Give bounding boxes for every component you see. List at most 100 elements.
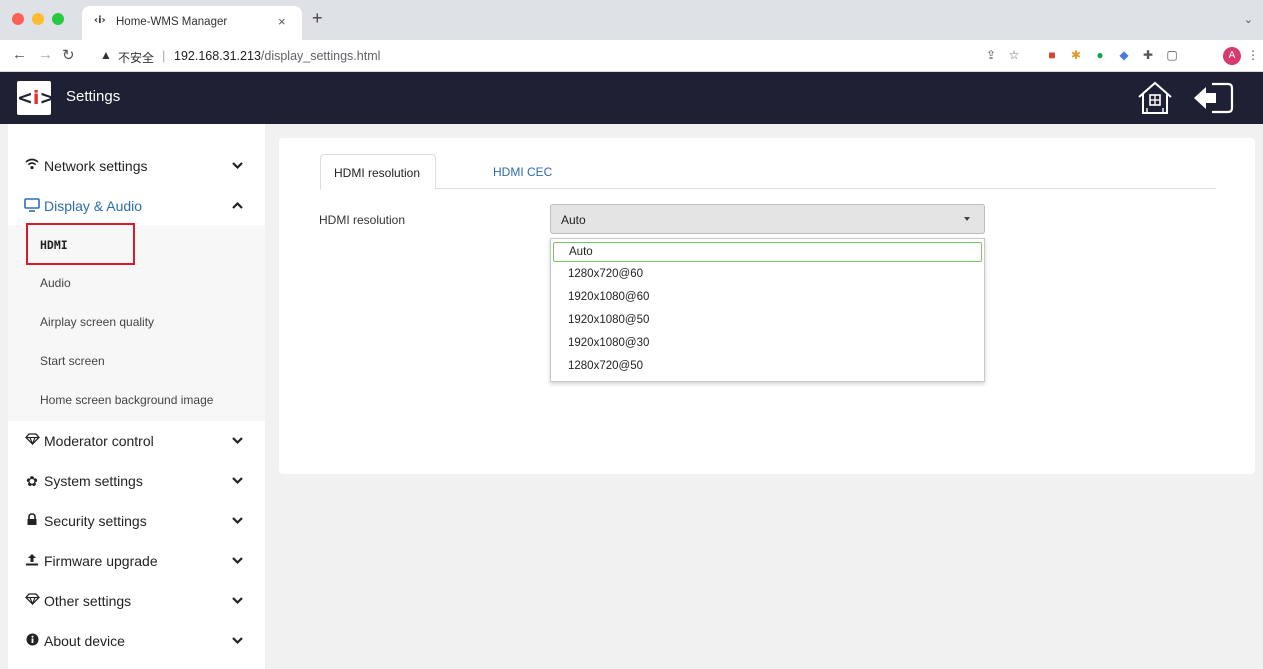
sidebar-item-other-settings[interactable]: Other settings <box>8 581 265 621</box>
chevron-down-icon <box>232 597 243 605</box>
sidebar-item-label: System settings <box>44 473 143 489</box>
tab-favicon-icon: ‹i› <box>94 15 106 26</box>
lock-icon <box>24 513 40 529</box>
sidebar-item-system-settings[interactable]: ✿ System settings <box>8 461 265 501</box>
option-1920x1080-50[interactable]: 1920x1080@50 <box>551 309 984 331</box>
chevron-down-icon <box>232 517 243 525</box>
hdmi-resolution-select[interactable]: Auto <box>550 204 985 234</box>
submenu-item-airplay-screen-quality[interactable]: Airplay screen quality <box>8 303 265 342</box>
highlight-annotation-box <box>26 223 135 265</box>
logo-right-bracket: > <box>39 87 56 109</box>
sidebar-item-label: Security settings <box>44 513 147 529</box>
submenu-item-label: Start screen <box>40 354 105 368</box>
caret-down-icon <box>964 217 970 221</box>
chevron-down-icon <box>232 637 243 645</box>
sidebar-item-label: Display & Audio <box>44 198 143 214</box>
sidebar-item-security-settings[interactable]: Security settings <box>8 501 265 541</box>
bookmark-star-icon[interactable]: ☆ <box>1007 48 1021 62</box>
wifi-icon <box>24 158 40 174</box>
app-header: <i> Settings <box>0 72 1263 124</box>
home-button[interactable] <box>1136 80 1174 116</box>
logout-button[interactable] <box>1192 80 1234 116</box>
sidebar-item-label: Firmware upgrade <box>44 553 158 569</box>
extension-bug-icon[interactable]: ✱ <box>1069 48 1083 62</box>
chevron-up-icon <box>232 201 243 209</box>
extension-lock-icon[interactable]: ■ <box>1045 48 1059 62</box>
side-panel-icon[interactable]: ▢ <box>1165 48 1179 62</box>
diamond-icon <box>24 433 40 449</box>
extension-translate-icon[interactable]: ◆ <box>1117 48 1131 62</box>
tab-hdmi-cec[interactable]: HDMI CEC <box>480 154 565 190</box>
share-icon[interactable]: ⇪ <box>984 48 998 62</box>
forward-arrow-icon[interactable]: → <box>38 46 53 63</box>
url-path: /display_settings.html <box>260 49 381 63</box>
warning-triangle-icon[interactable]: ▲ <box>100 48 112 62</box>
insecure-label: 不安全 <box>118 51 155 65</box>
reload-icon[interactable]: ↻ <box>62 46 75 64</box>
tab-hdmi-resolution[interactable]: HDMI resolution <box>320 154 436 190</box>
sidebar-item-label: Moderator control <box>44 433 154 449</box>
home-icon <box>1138 81 1172 114</box>
submenu-item-label: Airplay screen quality <box>40 315 155 329</box>
sidebar-item-about-device[interactable]: About device <box>8 621 265 661</box>
browser-toolbar: ← → ↻ ▲ 不安全 | 192.168.31.213/display_set… <box>0 40 1263 72</box>
hdmi-resolution-label: HDMI resolution <box>319 213 406 227</box>
tab-list-chevron-icon[interactable]: ⌄ <box>1244 13 1253 26</box>
settings-panel: HDMI resolution HDMI CEC HDMI resolution… <box>279 138 1255 474</box>
option-label: 1280x720@60 <box>568 268 643 280</box>
tab-strip: HDMI resolution HDMI CEC <box>320 154 1215 190</box>
option-1280x720-60[interactable]: 1280x720@60 <box>551 263 984 285</box>
submenu-item-label: Home screen background image <box>40 393 214 407</box>
diamond-icon <box>24 593 40 609</box>
upload-icon <box>24 553 40 569</box>
option-label: Auto <box>569 246 593 258</box>
option-1280x720-50[interactable]: 1280x720@50 <box>551 355 984 377</box>
sidebar-item-network-settings[interactable]: Network settings <box>8 146 265 186</box>
profile-avatar[interactable]: A <box>1223 47 1241 65</box>
option-auto[interactable]: Auto <box>553 242 982 262</box>
logout-icon <box>1194 82 1234 114</box>
sidebar-item-moderator-control[interactable]: Moderator control <box>8 421 265 461</box>
option-label: 1280x720@50 <box>568 360 643 372</box>
chevron-down-icon <box>232 477 243 485</box>
sidebar-item-label: About device <box>44 633 125 649</box>
select-value: Auto <box>561 213 586 227</box>
submenu-item-label: Audio <box>40 276 71 290</box>
app-title: Settings <box>66 88 121 105</box>
monitor-icon <box>24 198 40 214</box>
url-text: 192.168.31.213/display_settings.html <box>174 49 380 63</box>
sidebar: Network settings Display & Audio HDMI Au… <box>8 124 265 669</box>
url-host: 192.168.31.213 <box>174 49 261 63</box>
browser-tab[interactable]: ‹i› Home-WMS Manager × <box>82 6 302 40</box>
window-zoom-button[interactable] <box>52 13 64 25</box>
sidebar-item-label: Network settings <box>44 158 148 174</box>
option-1920x1080-60[interactable]: 1920x1080@60 <box>551 286 984 308</box>
gear-icon: ✿ <box>26 473 38 489</box>
window-minimize-button[interactable] <box>32 13 44 25</box>
extensions-puzzle-icon[interactable]: ✚ <box>1141 48 1155 62</box>
submenu-item-start-screen[interactable]: Start screen <box>8 342 265 381</box>
window-close-button[interactable] <box>12 13 24 25</box>
sidebar-item-firmware-upgrade[interactable]: Firmware upgrade <box>8 541 265 581</box>
browser-tab-bar: ‹i› Home-WMS Manager × + ⌄ <box>0 0 1263 40</box>
tab-title: Home-WMS Manager <box>116 16 228 28</box>
new-tab-button[interactable]: + <box>312 8 323 29</box>
sidebar-item-label: Other settings <box>44 593 132 609</box>
chevron-down-icon <box>232 162 243 170</box>
option-label: 1920x1080@60 <box>568 291 650 303</box>
option-label: 1920x1080@50 <box>568 314 650 326</box>
tab-close-icon[interactable]: × <box>278 14 286 29</box>
info-icon <box>24 633 40 649</box>
browser-menu-icon[interactable]: ⋮ <box>1246 48 1260 62</box>
url-divider: | <box>162 48 166 63</box>
back-arrow-icon[interactable]: ← <box>12 46 27 63</box>
sidebar-item-display-audio[interactable]: Display & Audio <box>8 186 265 226</box>
submenu-item-home-screen-background-image[interactable]: Home screen background image <box>8 381 265 420</box>
submenu-item-audio[interactable]: Audio <box>8 264 265 303</box>
option-label: 1920x1080@30 <box>568 337 650 349</box>
address-bar[interactable]: ▲ 不安全 | 192.168.31.213/display_settings.… <box>96 43 976 69</box>
extension-grammar-icon[interactable]: ● <box>1093 48 1107 62</box>
app-logo: <i> <box>17 81 55 115</box>
resolution-dropdown-list: Auto 1280x720@60 1920x1080@60 1920x1080@… <box>550 238 985 382</box>
option-1920x1080-30[interactable]: 1920x1080@30 <box>551 332 984 354</box>
